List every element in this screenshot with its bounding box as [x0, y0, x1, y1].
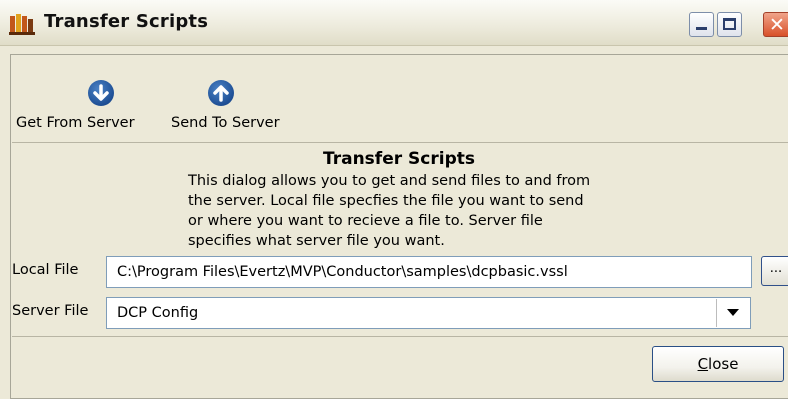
description-line: specifies what server file you want. — [188, 233, 445, 249]
get-from-server-button[interactable]: Get From Server — [12, 56, 162, 142]
arrow-up-circle-icon — [208, 80, 234, 106]
description-line: or where you want to recieve a file to. … — [188, 213, 543, 229]
minimize-button[interactable] — [689, 12, 714, 37]
window-title: Transfer Scripts — [44, 11, 209, 32]
browse-button[interactable]: ... — [761, 256, 788, 286]
close-window-button[interactable]: ✕ — [763, 12, 788, 37]
arrow-down-circle-icon — [88, 80, 114, 106]
close-button[interactable]: Close — [652, 346, 784, 382]
send-to-server-button[interactable]: Send To Server — [165, 56, 295, 142]
maximize-button[interactable] — [717, 12, 742, 37]
local-file-label: Local File — [12, 262, 79, 278]
maximize-icon — [723, 18, 736, 30]
footer-divider — [12, 336, 788, 337]
description-line: the server. Local file specfies the file… — [188, 193, 584, 209]
minimize-icon — [696, 27, 707, 30]
get-from-server-label: Get From Server — [16, 115, 135, 131]
title-bar[interactable]: Transfer Scripts ✕ — [0, 0, 788, 46]
chevron-down-icon — [727, 309, 739, 316]
transfer-scripts-app-icon — [9, 14, 35, 35]
description-line: This dialog allows you to get and send f… — [188, 173, 591, 189]
send-to-server-label: Send To Server — [171, 115, 280, 131]
server-file-label: Server File — [12, 303, 89, 319]
close-mnemonic: C — [697, 355, 709, 373]
close-icon: ✕ — [769, 14, 785, 36]
description-title: Transfer Scripts — [323, 149, 475, 169]
server-file-dropdown-button[interactable] — [716, 299, 749, 327]
close-button-label: lose — [708, 355, 739, 373]
server-file-select[interactable]: DCP Config — [106, 297, 751, 329]
local-file-input[interactable]: C:\Program Files\Evertz\MVP\Conductor\sa… — [106, 256, 752, 288]
